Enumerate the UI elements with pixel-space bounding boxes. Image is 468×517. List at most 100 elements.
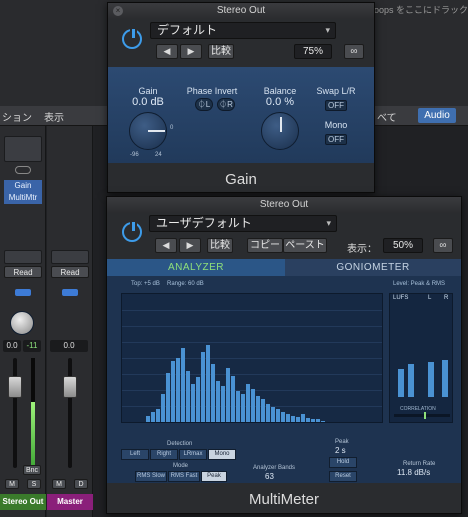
menu-view[interactable]: 表示 bbox=[44, 109, 64, 124]
strip-name[interactable]: Stereo Out bbox=[0, 494, 46, 510]
link-icon[interactable] bbox=[15, 166, 31, 174]
mode-peak-button[interactable]: Peak bbox=[201, 471, 227, 482]
analyzer-bar bbox=[151, 412, 155, 422]
plugin-slot-gain[interactable]: Gain bbox=[4, 180, 42, 192]
send-slot[interactable] bbox=[4, 250, 42, 264]
analyzer-bar bbox=[146, 416, 150, 422]
volume-fader-cap[interactable] bbox=[8, 376, 22, 398]
paste-button[interactable]: ペースト bbox=[283, 238, 327, 253]
send-slot[interactable] bbox=[51, 250, 89, 264]
title-bar[interactable]: × Stereo Out bbox=[108, 3, 374, 19]
volume-fader-track[interactable] bbox=[13, 358, 17, 468]
analyzer-bar bbox=[316, 419, 320, 422]
gain-knob[interactable] bbox=[129, 112, 167, 150]
gain-max-mark: 24 bbox=[155, 152, 162, 158]
volume-fader-cap[interactable] bbox=[63, 376, 77, 398]
next-preset-button[interactable]: ▶ bbox=[179, 238, 201, 253]
gain-plugin-window: × Stereo Out デフォルト ▾ ◀ ▶ 比較 75% ∞ Gain 0… bbox=[107, 2, 375, 193]
analyzer-bar bbox=[301, 414, 305, 422]
analyzer-bar bbox=[311, 419, 315, 422]
analyzer-bar bbox=[271, 407, 275, 422]
tab-goniometer[interactable]: GONIOMETER bbox=[285, 259, 461, 276]
swap-lr-toggle[interactable]: OFF bbox=[325, 100, 347, 111]
mono-toggle[interactable]: OFF bbox=[325, 134, 347, 145]
top-label[interactable]: Top: +5 dB bbox=[131, 281, 160, 287]
preset-menu[interactable]: デフォルト ▾ bbox=[150, 22, 336, 39]
balance-knob[interactable] bbox=[261, 112, 299, 150]
close-icon[interactable]: × bbox=[113, 6, 123, 16]
menu-all[interactable]: べて bbox=[377, 109, 397, 124]
gain-value[interactable]: 0.0 dB bbox=[122, 96, 174, 108]
return-rate-value[interactable]: 11.8 dB/s bbox=[397, 468, 430, 477]
analyzer-bar bbox=[166, 373, 170, 422]
prev-preset-button[interactable]: ◀ bbox=[155, 238, 177, 253]
detection-mono-button[interactable]: Mono bbox=[208, 449, 236, 460]
correlation-meter bbox=[394, 412, 450, 419]
mute-button[interactable]: M bbox=[52, 479, 66, 489]
link-icon[interactable]: ∞ bbox=[344, 44, 364, 59]
group-icon[interactable] bbox=[62, 289, 78, 296]
tab-analyzer[interactable]: ANALYZER bbox=[107, 259, 285, 276]
balance-value[interactable]: 0.0 % bbox=[254, 96, 306, 108]
dim-button[interactable]: D bbox=[74, 479, 88, 489]
analyzer-bar bbox=[241, 394, 245, 422]
detection-left-button[interactable]: Left bbox=[121, 449, 149, 460]
power-icon[interactable] bbox=[122, 27, 142, 49]
audio-filter-button[interactable]: Audio bbox=[418, 108, 456, 123]
volume-fader-track[interactable] bbox=[68, 358, 72, 468]
compare-button[interactable]: 比較 bbox=[207, 238, 233, 253]
right-channel-label: R bbox=[444, 295, 449, 301]
bounce-button[interactable]: Bnc bbox=[23, 465, 41, 475]
analyzer-bar bbox=[231, 376, 235, 422]
strip-name[interactable]: Master bbox=[47, 494, 93, 510]
automation-mode-button[interactable]: Read bbox=[51, 266, 89, 278]
grid-line bbox=[122, 326, 382, 327]
volume-value: 0.0 bbox=[50, 340, 88, 352]
mode-rms-slow-button[interactable]: RMS Slow bbox=[135, 471, 167, 482]
reset-button[interactable]: Reset bbox=[329, 471, 357, 482]
title-bar[interactable]: Stereo Out bbox=[107, 197, 461, 213]
detection-lrmax-button[interactable]: LRmax bbox=[179, 449, 207, 460]
link-icon[interactable]: ∞ bbox=[433, 238, 453, 253]
return-rate-label: Return Rate bbox=[403, 461, 436, 467]
prev-preset-button[interactable]: ◀ bbox=[156, 44, 178, 59]
solo-button[interactable]: S bbox=[27, 479, 41, 489]
detection-right-button[interactable]: Right bbox=[150, 449, 178, 460]
phase-invert-left-button[interactable]: ⏀L bbox=[195, 98, 213, 111]
analyzer-bands-label: Analyzer Bands bbox=[253, 465, 296, 471]
zoom-select[interactable]: 50% bbox=[383, 238, 423, 253]
phase-invert-label: Phase Invert bbox=[186, 86, 238, 96]
mute-button[interactable]: M bbox=[5, 479, 19, 489]
level-meter bbox=[31, 358, 35, 468]
mode-rms-fast-button[interactable]: RMS Fast bbox=[168, 471, 200, 482]
level-mode-label[interactable]: Level: Peak & RMS bbox=[393, 281, 445, 287]
phase-invert-right-button[interactable]: ⏀R bbox=[217, 98, 235, 111]
peak-value: -11 bbox=[23, 340, 41, 352]
copy-button[interactable]: コピー bbox=[247, 238, 283, 253]
pan-knob[interactable] bbox=[10, 311, 34, 335]
analyzer-bar bbox=[196, 377, 200, 422]
lufs-meter-bar bbox=[408, 364, 414, 397]
next-preset-button[interactable]: ▶ bbox=[180, 44, 202, 59]
hold-button[interactable]: Hold bbox=[329, 457, 357, 468]
preset-menu[interactable]: ユーザデフォルト ▾ bbox=[149, 215, 337, 232]
power-icon[interactable] bbox=[122, 220, 142, 242]
analyzer-bar bbox=[266, 404, 270, 422]
range-label[interactable]: Range: 60 dB bbox=[167, 281, 204, 287]
analyzer-bands-value[interactable]: 63 bbox=[265, 472, 274, 481]
lufs-meter-bar bbox=[398, 369, 404, 397]
window-title: Stereo Out bbox=[216, 5, 266, 16]
preset-name: デフォルト bbox=[157, 23, 218, 37]
menu-function[interactable]: ション bbox=[2, 109, 32, 124]
grid-line bbox=[122, 374, 382, 375]
gain-min-mark: -96 bbox=[130, 152, 139, 158]
eq-slot[interactable] bbox=[4, 136, 42, 162]
automation-mode-button[interactable]: Read bbox=[4, 266, 42, 278]
group-icon[interactable] bbox=[15, 289, 31, 296]
peak-hold-value[interactable]: 2 s bbox=[335, 446, 346, 455]
compare-button[interactable]: 比較 bbox=[208, 44, 234, 59]
plugin-slot-multimeter[interactable]: MultiMtr bbox=[4, 192, 42, 204]
analyzer-bar bbox=[296, 417, 300, 422]
analyzer-bar bbox=[286, 414, 290, 422]
zoom-select[interactable]: 75% bbox=[294, 44, 332, 59]
